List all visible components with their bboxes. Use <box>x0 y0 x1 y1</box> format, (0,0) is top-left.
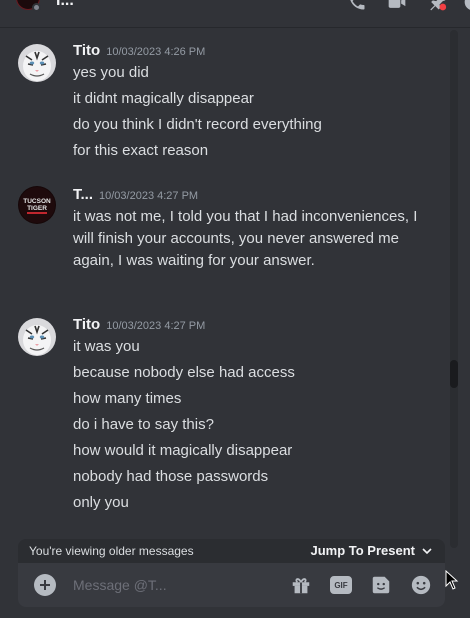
white-tiger-avatar[interactable] <box>18 318 56 356</box>
video-call-icon[interactable] <box>386 0 408 12</box>
emoji-icon[interactable] <box>409 573 433 597</box>
help-icon[interactable] <box>462 0 470 12</box>
message-timestamp: 10/03/2023 4:26 PM <box>106 46 206 58</box>
scrollbar[interactable] <box>450 30 458 548</box>
pin-icon[interactable] <box>426 0 448 12</box>
message-text: it was not me, I told you that I had inc… <box>73 208 418 269</box>
status-indicator <box>32 3 41 12</box>
plus-icon <box>40 580 50 590</box>
message-line: do i have to say this? <box>73 416 214 433</box>
gift-icon[interactable] <box>289 573 313 597</box>
older-messages-text: You're viewing older messages <box>29 544 194 558</box>
message-header: Tito 10/03/2023 4:27 PM <box>73 316 205 336</box>
dm-window: I... Tito 10/03/2023 4:26 PM yes you did… <box>0 0 470 618</box>
message-list: Tito 10/03/2023 4:26 PM yes you did it di… <box>0 28 448 538</box>
chevron-down-icon <box>422 547 432 554</box>
message-line: nobody had those passwords <box>73 468 269 485</box>
jump-to-present-button[interactable]: Jump To Present <box>310 543 433 558</box>
dm-header: I... <box>0 0 470 28</box>
channel-name[interactable]: I... <box>56 0 74 10</box>
message-line: for this exact reason <box>73 142 209 159</box>
author-name[interactable]: Tito <box>73 42 100 59</box>
message-line: yes you did <box>73 64 149 81</box>
message-line: do you think I didn't record everything <box>73 116 322 133</box>
tucson-tiger-avatar[interactable]: TUCSON TIGER <box>18 186 56 224</box>
gif-icon: GIF <box>330 576 352 594</box>
message-input[interactable] <box>73 575 273 595</box>
mouse-cursor-icon <box>445 570 459 590</box>
message-line: only you <box>73 494 129 511</box>
svg-text:TIGER: TIGER <box>27 205 47 212</box>
gif-button[interactable]: GIF <box>329 573 353 597</box>
message-line: how would it magically disappear <box>73 442 293 459</box>
author-name[interactable]: T... <box>73 186 93 203</box>
phone-call-icon[interactable] <box>346 0 368 12</box>
message-line: it didnt magically disappear <box>73 90 254 107</box>
message-header: Tito 10/03/2023 4:26 PM <box>73 42 205 62</box>
message-composer: GIF <box>18 563 445 607</box>
older-messages-bar: You're viewing older messages Jump To Pr… <box>18 539 445 563</box>
message-line: how many times <box>73 390 182 407</box>
message-timestamp: 10/03/2023 4:27 PM <box>106 320 206 332</box>
svg-text:TUCSON: TUCSON <box>23 198 51 205</box>
message-timestamp: 10/03/2023 4:27 PM <box>99 190 199 202</box>
message-header: T... 10/03/2023 4:27 PM <box>73 186 198 206</box>
message-line: because nobody else had access <box>73 364 295 381</box>
upload-button[interactable] <box>34 574 56 596</box>
scrollbar-thumb[interactable] <box>450 360 458 388</box>
jump-to-present-label: Jump To Present <box>310 543 415 558</box>
author-name[interactable]: Tito <box>73 316 100 333</box>
white-tiger-avatar[interactable] <box>18 44 56 82</box>
message-line: it was you <box>73 338 140 355</box>
sticker-icon[interactable] <box>369 573 393 597</box>
